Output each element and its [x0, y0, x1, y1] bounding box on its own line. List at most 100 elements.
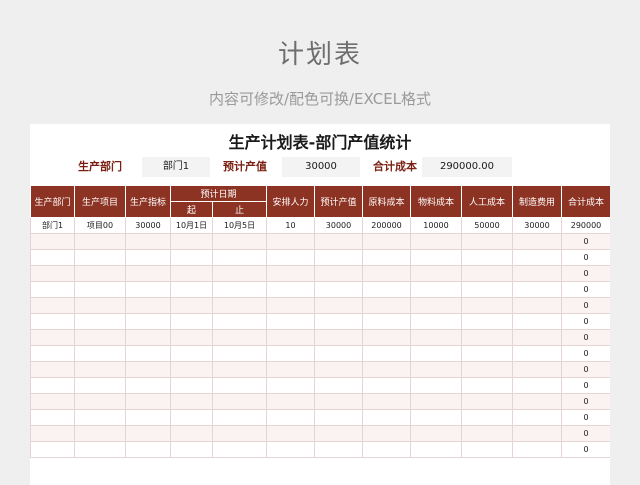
- table-cell[interactable]: [512, 265, 563, 282]
- table-cell[interactable]: 0: [561, 313, 610, 330]
- table-cell[interactable]: 30000: [125, 217, 171, 234]
- table-cell[interactable]: [314, 425, 364, 442]
- table-cell[interactable]: [211, 377, 268, 394]
- table-cell[interactable]: [266, 249, 316, 266]
- table-cell[interactable]: [512, 313, 563, 330]
- table-cell[interactable]: 10月5日: [211, 217, 268, 234]
- table-cell[interactable]: [30, 441, 75, 458]
- table-cell[interactable]: [211, 345, 268, 362]
- table-cell[interactable]: 项目00: [74, 217, 126, 234]
- table-cell[interactable]: 部门1: [30, 217, 75, 234]
- table-cell[interactable]: [314, 393, 364, 410]
- table-cell[interactable]: [125, 361, 171, 378]
- table-cell[interactable]: [410, 233, 463, 250]
- table-cell[interactable]: 0: [561, 345, 610, 362]
- table-cell[interactable]: [461, 409, 514, 426]
- table-cell[interactable]: 30000: [314, 217, 364, 234]
- table-cell[interactable]: [314, 281, 364, 298]
- table-cell[interactable]: [512, 329, 563, 346]
- table-cell[interactable]: [314, 345, 364, 362]
- table-cell[interactable]: [30, 361, 75, 378]
- table-cell[interactable]: [512, 361, 563, 378]
- table-cell[interactable]: [211, 281, 268, 298]
- table-cell[interactable]: [266, 409, 316, 426]
- table-cell[interactable]: 10: [266, 217, 316, 234]
- table-cell[interactable]: [266, 297, 316, 314]
- table-cell[interactable]: 10000: [410, 217, 463, 234]
- table-cell[interactable]: [512, 297, 563, 314]
- table-cell[interactable]: [314, 377, 364, 394]
- table-cell[interactable]: 0: [561, 361, 610, 378]
- table-cell[interactable]: [30, 249, 75, 266]
- table-cell[interactable]: [461, 425, 514, 442]
- table-cell[interactable]: [362, 393, 412, 410]
- table-cell[interactable]: [74, 393, 126, 410]
- table-cell[interactable]: 0: [561, 233, 610, 250]
- table-cell[interactable]: 0: [561, 297, 610, 314]
- table-cell[interactable]: [410, 329, 463, 346]
- table-cell[interactable]: [30, 329, 75, 346]
- table-cell[interactable]: [314, 297, 364, 314]
- table-cell[interactable]: [30, 313, 75, 330]
- table-cell[interactable]: [512, 409, 563, 426]
- table-cell[interactable]: 0: [561, 265, 610, 282]
- table-cell[interactable]: [30, 233, 75, 250]
- table-cell[interactable]: [211, 409, 268, 426]
- table-cell[interactable]: [74, 361, 126, 378]
- dept-value-cell[interactable]: 部门1: [142, 157, 210, 177]
- table-cell[interactable]: [74, 441, 126, 458]
- table-cell[interactable]: [30, 393, 75, 410]
- plan-output-value-cell[interactable]: 30000: [282, 157, 360, 177]
- table-cell[interactable]: [362, 233, 412, 250]
- table-cell[interactable]: [266, 265, 316, 282]
- table-cell[interactable]: [170, 377, 213, 394]
- table-cell[interactable]: [170, 297, 213, 314]
- table-cell[interactable]: [30, 377, 75, 394]
- table-cell[interactable]: 30000: [512, 217, 563, 234]
- table-cell[interactable]: [461, 345, 514, 362]
- table-cell[interactable]: [125, 345, 171, 362]
- table-cell[interactable]: [170, 441, 213, 458]
- table-cell[interactable]: [266, 425, 316, 442]
- table-cell[interactable]: [314, 409, 364, 426]
- table-cell[interactable]: [461, 361, 514, 378]
- table-cell[interactable]: [410, 441, 463, 458]
- table-cell[interactable]: 0: [561, 393, 610, 410]
- table-cell[interactable]: [125, 329, 171, 346]
- table-cell[interactable]: [211, 329, 268, 346]
- table-cell[interactable]: [362, 361, 412, 378]
- table-cell[interactable]: [266, 393, 316, 410]
- table-cell[interactable]: [170, 313, 213, 330]
- table-cell[interactable]: [30, 297, 75, 314]
- table-cell[interactable]: [125, 377, 171, 394]
- table-cell[interactable]: [314, 441, 364, 458]
- table-cell[interactable]: [362, 409, 412, 426]
- table-cell[interactable]: [266, 361, 316, 378]
- table-cell[interactable]: [211, 249, 268, 266]
- table-cell[interactable]: [30, 265, 75, 282]
- table-cell[interactable]: [74, 345, 126, 362]
- table-cell[interactable]: [314, 249, 364, 266]
- table-cell[interactable]: [410, 361, 463, 378]
- table-cell[interactable]: [461, 329, 514, 346]
- table-cell[interactable]: [512, 393, 563, 410]
- table-cell[interactable]: [125, 313, 171, 330]
- table-cell[interactable]: [410, 249, 463, 266]
- table-cell[interactable]: [211, 265, 268, 282]
- table-cell[interactable]: [211, 425, 268, 442]
- total-cost-value-cell[interactable]: 290000.00: [422, 157, 512, 177]
- table-cell[interactable]: [30, 281, 75, 298]
- table-cell[interactable]: [211, 233, 268, 250]
- table-cell[interactable]: [74, 409, 126, 426]
- table-cell[interactable]: [314, 361, 364, 378]
- table-cell[interactable]: [461, 393, 514, 410]
- table-cell[interactable]: [410, 313, 463, 330]
- table-cell[interactable]: 0: [561, 329, 610, 346]
- table-cell[interactable]: 50000: [461, 217, 514, 234]
- table-cell[interactable]: [125, 281, 171, 298]
- table-cell[interactable]: 0: [561, 249, 610, 266]
- table-cell[interactable]: [170, 265, 213, 282]
- table-cell[interactable]: [410, 265, 463, 282]
- table-cell[interactable]: [170, 409, 213, 426]
- table-cell[interactable]: [512, 249, 563, 266]
